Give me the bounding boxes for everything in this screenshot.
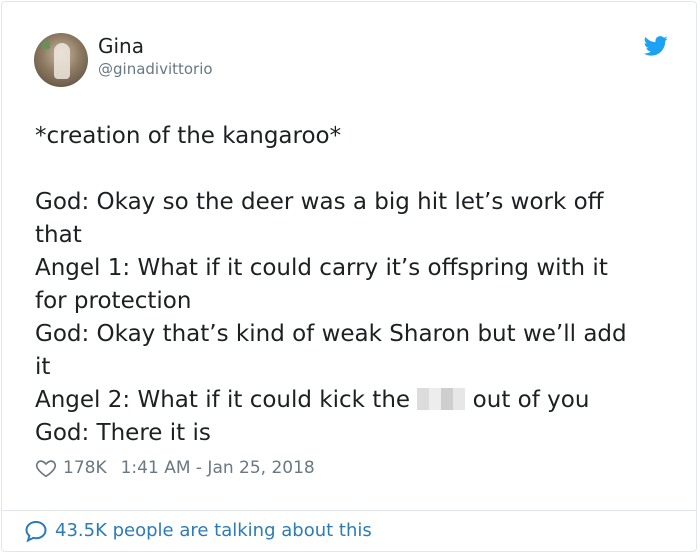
tweet-line: Angel 1: What if it could carry it’s off… (35, 255, 608, 281)
tweet-line: for protection (35, 288, 192, 314)
tweet-line: God: There it is (35, 420, 211, 446)
like-count[interactable]: 178K (63, 456, 107, 480)
tweet-line-censored: Angel 2: What if it could kick the out o… (35, 384, 665, 417)
heart-icon[interactable] (35, 457, 57, 479)
avatar-figure (54, 43, 70, 79)
tweet-text: *creation of the kangaroo* God: Okay so … (35, 120, 665, 450)
timestamp[interactable]: 1:41 AM - Jan 25, 2018 (121, 456, 315, 480)
tweet-line-part: out of you (472, 387, 590, 413)
avatar-detail (42, 41, 50, 49)
tweet-card: Gina @ginadivittorio *creation of the ka… (1, 1, 697, 552)
tweet-line: *creation of the kangaroo* (35, 123, 342, 149)
tweet-line: it (35, 354, 51, 380)
tweet-line: God: Okay so the deer was a big hit let’… (35, 189, 604, 215)
conversation-link[interactable]: 43.5K people are talking about this (24, 519, 372, 543)
author-handle[interactable]: @ginadivittorio (98, 60, 213, 78)
conversation-text[interactable]: 43.5K people are talking about this (55, 519, 372, 543)
censored-word (417, 388, 466, 410)
speech-bubble-icon (25, 520, 47, 543)
divider (2, 510, 696, 511)
tweet-meta: 178K 1:41 AM - Jan 25, 2018 (35, 456, 315, 480)
tweet-line: God: Okay that’s kind of weak Sharon but… (35, 321, 627, 347)
author-name[interactable]: Gina (98, 34, 144, 58)
twitter-bird-icon[interactable] (644, 36, 668, 56)
tweet-line: that (35, 222, 82, 248)
tweet-line-part: Angel 2: What if it could kick the (35, 387, 411, 413)
avatar[interactable] (34, 33, 88, 87)
